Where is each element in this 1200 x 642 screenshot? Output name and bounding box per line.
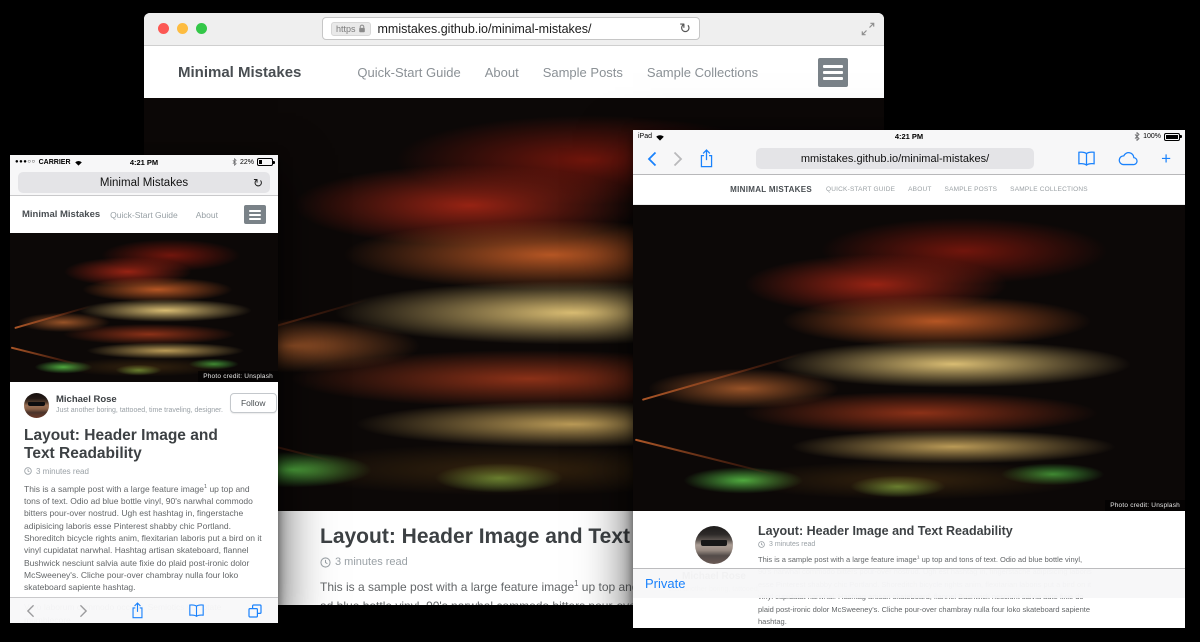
fullscreen-expand-icon[interactable] — [861, 22, 875, 36]
icloud-tabs-icon[interactable] — [1118, 152, 1139, 166]
tabs-icon[interactable] — [248, 604, 262, 618]
forward-icon[interactable] — [673, 151, 683, 167]
nav-link-about[interactable]: ABOUT — [908, 186, 931, 193]
author-profile: Michael Rose Just another boring, tattoo… — [24, 393, 264, 418]
back-icon[interactable] — [647, 151, 657, 167]
nav-link-about[interactable]: About — [485, 65, 519, 80]
ipad-safari-window: iPad 4:21 PM 100% — [633, 130, 1185, 628]
feature-image: Photo credit: Unsplash — [10, 233, 278, 382]
https-label: https — [336, 24, 356, 34]
refresh-icon[interactable]: ↻ — [253, 177, 263, 189]
address-bar[interactable]: https mmistakes.github.io/minimal-mistak… — [322, 17, 700, 40]
browser-title-bar: https mmistakes.github.io/minimal-mistak… — [144, 13, 884, 46]
post-excerpt: Michael Rose Just another boring, tattoo… — [633, 511, 1185, 598]
site-nav: Quick-Start Guide About — [110, 210, 218, 220]
nav-link-sample-collections[interactable]: Sample Collections — [647, 65, 758, 80]
address-bar[interactable]: mmistakes.github.io/minimal-mistakes/ — [756, 148, 1034, 169]
battery-icon — [257, 158, 273, 166]
url-text[interactable]: mmistakes.github.io/minimal-mistakes/ — [378, 22, 680, 36]
post-title: Layout: Header Image and Text Readabilit… — [24, 427, 252, 463]
iphone-status-bar: ●●●○○ CARRIER 4:21 PM 22% — [10, 155, 278, 169]
status-time: 4:21 PM — [633, 132, 1185, 141]
read-time: 3 minutes read — [769, 541, 815, 548]
address-bar[interactable]: Minimal Mistakes ↻ — [18, 172, 270, 193]
site-title[interactable]: MINIMAL MISTAKES — [730, 185, 812, 194]
post-title: Layout: Header Image and Text Readabilit… — [758, 524, 1093, 538]
nav-link-quick-start-guide[interactable]: Quick-Start Guide — [357, 65, 460, 80]
post-meta: 3 minutes read — [24, 467, 264, 476]
author-name: Michael Rose — [56, 394, 223, 405]
clock-icon — [24, 467, 32, 475]
iphone-safari-window: ●●●○○ CARRIER 4:21 PM 22% Minim — [10, 155, 278, 623]
safari-toolbar: mmistakes.github.io/minimal-mistakes/ + — [633, 143, 1185, 175]
lock-icon — [358, 24, 366, 33]
status-time: 4:21 PM — [10, 158, 278, 167]
menu-toggle-button[interactable] — [244, 205, 266, 224]
page-title[interactable]: Minimal Mistakes — [100, 177, 188, 189]
hamburger-icon — [823, 65, 843, 68]
new-tab-icon[interactable]: + — [1161, 150, 1171, 167]
url-text[interactable]: mmistakes.github.io/minimal-mistakes/ — [801, 153, 989, 165]
author-bio: Just another boring, tattooed, time trav… — [56, 407, 223, 414]
bookmarks-icon[interactable] — [188, 604, 205, 617]
battery-icon — [1164, 133, 1180, 141]
zoom-window-button[interactable] — [196, 23, 207, 34]
nav-link-sample-posts[interactable]: Sample Posts — [543, 65, 623, 80]
close-window-button[interactable] — [158, 23, 169, 34]
menu-toggle-button[interactable] — [818, 58, 848, 87]
safari-top-chrome: ●●●○○ CARRIER 4:21 PM 22% Minim — [10, 155, 278, 196]
minimize-window-button[interactable] — [177, 23, 188, 34]
bookmarks-icon[interactable] — [1077, 151, 1096, 166]
nav-link-quick-start-guide[interactable]: QUICK-START GUIDE — [826, 186, 895, 193]
read-time: 3 minutes read — [335, 556, 408, 568]
photo-credit: Photo credit: Unsplash — [1105, 500, 1185, 511]
follow-button[interactable]: Follow — [230, 393, 277, 413]
window-controls — [158, 23, 207, 34]
author-text: Michael Rose Just another boring, tattoo… — [56, 393, 223, 414]
safari-url-row: Minimal Mistakes ↻ — [10, 169, 278, 193]
toolbar-right-icons: + — [1077, 150, 1171, 167]
site-masthead: Minimal Mistakes Quick-Start Guide About — [10, 196, 278, 233]
post-meta: 3 minutes read — [758, 541, 1093, 548]
author-avatar — [24, 393, 49, 418]
post-excerpt: Michael Rose Just another boring, tattoo… — [10, 382, 278, 623]
safari-bottom-toolbar — [10, 597, 278, 623]
clock-icon — [320, 557, 331, 568]
read-time: 3 minutes read — [36, 467, 89, 476]
nav-link-quick-start-guide[interactable]: Quick-Start Guide — [110, 210, 178, 220]
site-title[interactable]: Minimal Mistakes — [178, 64, 301, 81]
share-icon[interactable] — [699, 149, 714, 168]
site-nav: QUICK-START GUIDE ABOUT SAMPLE POSTS SAM… — [826, 186, 1088, 193]
photo-credit: Photo credit: Unsplash — [198, 371, 278, 382]
site-masthead: MINIMAL MISTAKES QUICK-START GUIDE ABOUT… — [633, 175, 1185, 205]
back-icon[interactable] — [26, 604, 35, 618]
author-avatar — [695, 526, 733, 564]
ipad-status-bar: iPad 4:21 PM 100% — [633, 130, 1185, 143]
hamburger-icon — [249, 210, 261, 212]
private-browsing-bar: Private — [633, 568, 1185, 598]
site-title[interactable]: Minimal Mistakes — [22, 209, 100, 220]
https-badge: https — [331, 22, 371, 36]
site-nav: Quick-Start Guide About Sample Posts Sam… — [357, 65, 758, 80]
composite-stage: https mmistakes.github.io/minimal-mistak… — [0, 0, 1200, 642]
feature-image: Photo credit: Unsplash — [633, 205, 1185, 511]
nav-link-sample-collections[interactable]: SAMPLE COLLECTIONS — [1010, 186, 1088, 193]
site-masthead: Minimal Mistakes Quick-Start Guide About… — [144, 46, 884, 98]
post-body: This is a sample post with a large featu… — [24, 483, 264, 594]
private-button[interactable]: Private — [645, 576, 685, 591]
nav-link-about[interactable]: About — [196, 210, 218, 220]
share-icon[interactable] — [131, 602, 144, 619]
nav-link-sample-posts[interactable]: SAMPLE POSTS — [945, 186, 998, 193]
refresh-icon[interactable]: ↻ — [679, 22, 691, 36]
forward-icon[interactable] — [79, 604, 88, 618]
